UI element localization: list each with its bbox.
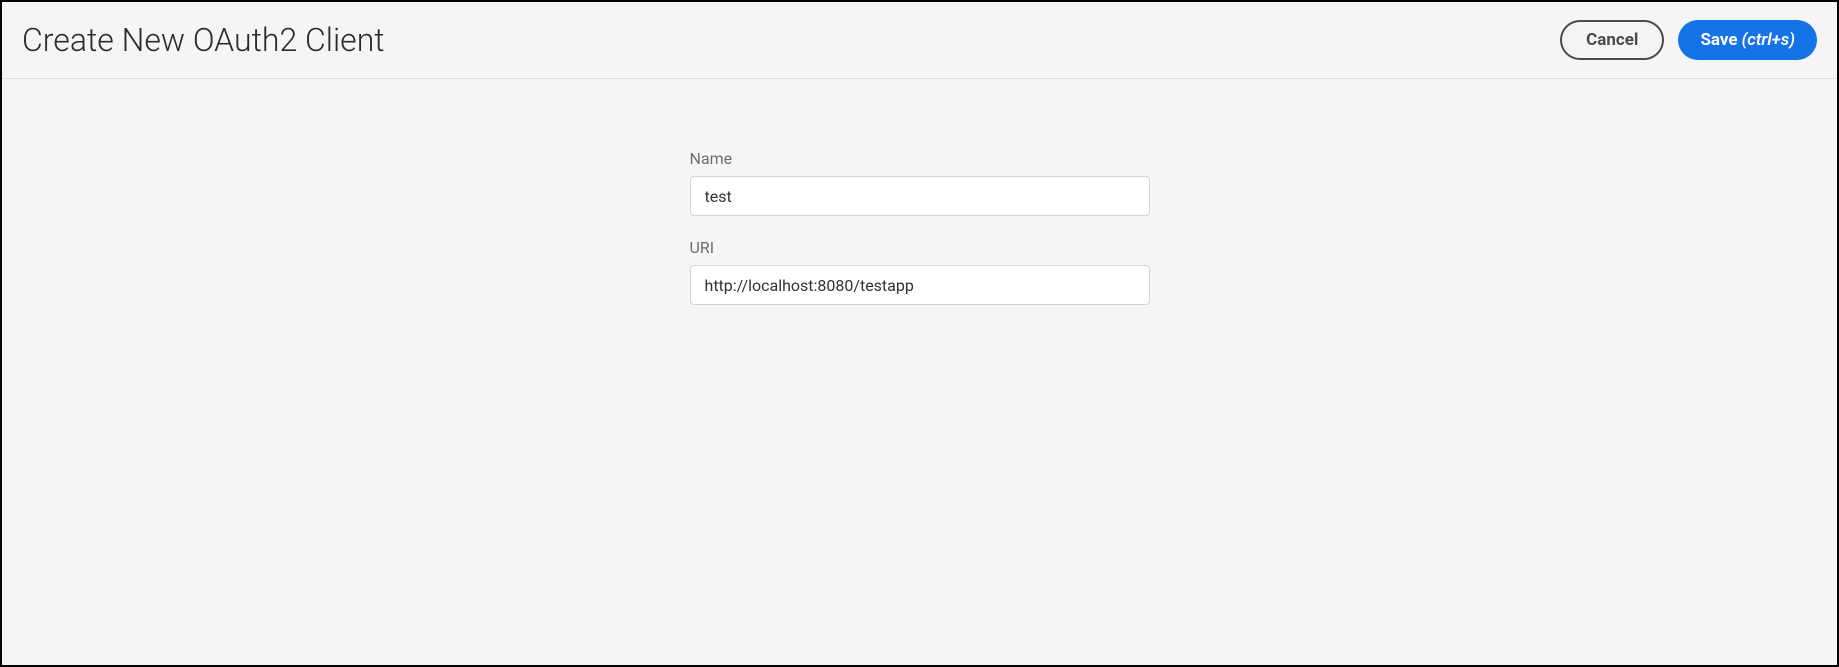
page-container: Create New OAuth2 Client Cancel Save (ct… <box>0 0 1839 667</box>
form-group-uri: URI <box>690 238 1150 305</box>
page-header: Create New OAuth2 Client Cancel Save (ct… <box>2 2 1837 79</box>
save-button-label: Save <box>1700 30 1737 50</box>
header-actions: Cancel Save (ctrl+s) <box>1560 20 1817 60</box>
save-button[interactable]: Save (ctrl+s) <box>1678 20 1817 60</box>
page-title: Create New OAuth2 Client <box>22 21 385 59</box>
uri-input[interactable] <box>690 265 1150 305</box>
uri-label: URI <box>690 238 1150 257</box>
save-button-shortcut: (ctrl+s) <box>1742 30 1795 50</box>
name-input[interactable] <box>690 176 1150 216</box>
name-label: Name <box>690 149 1150 168</box>
form-area: Name URI <box>2 79 1837 665</box>
cancel-button[interactable]: Cancel <box>1560 20 1664 60</box>
form-inner: Name URI <box>690 149 1150 665</box>
form-group-name: Name <box>690 149 1150 216</box>
